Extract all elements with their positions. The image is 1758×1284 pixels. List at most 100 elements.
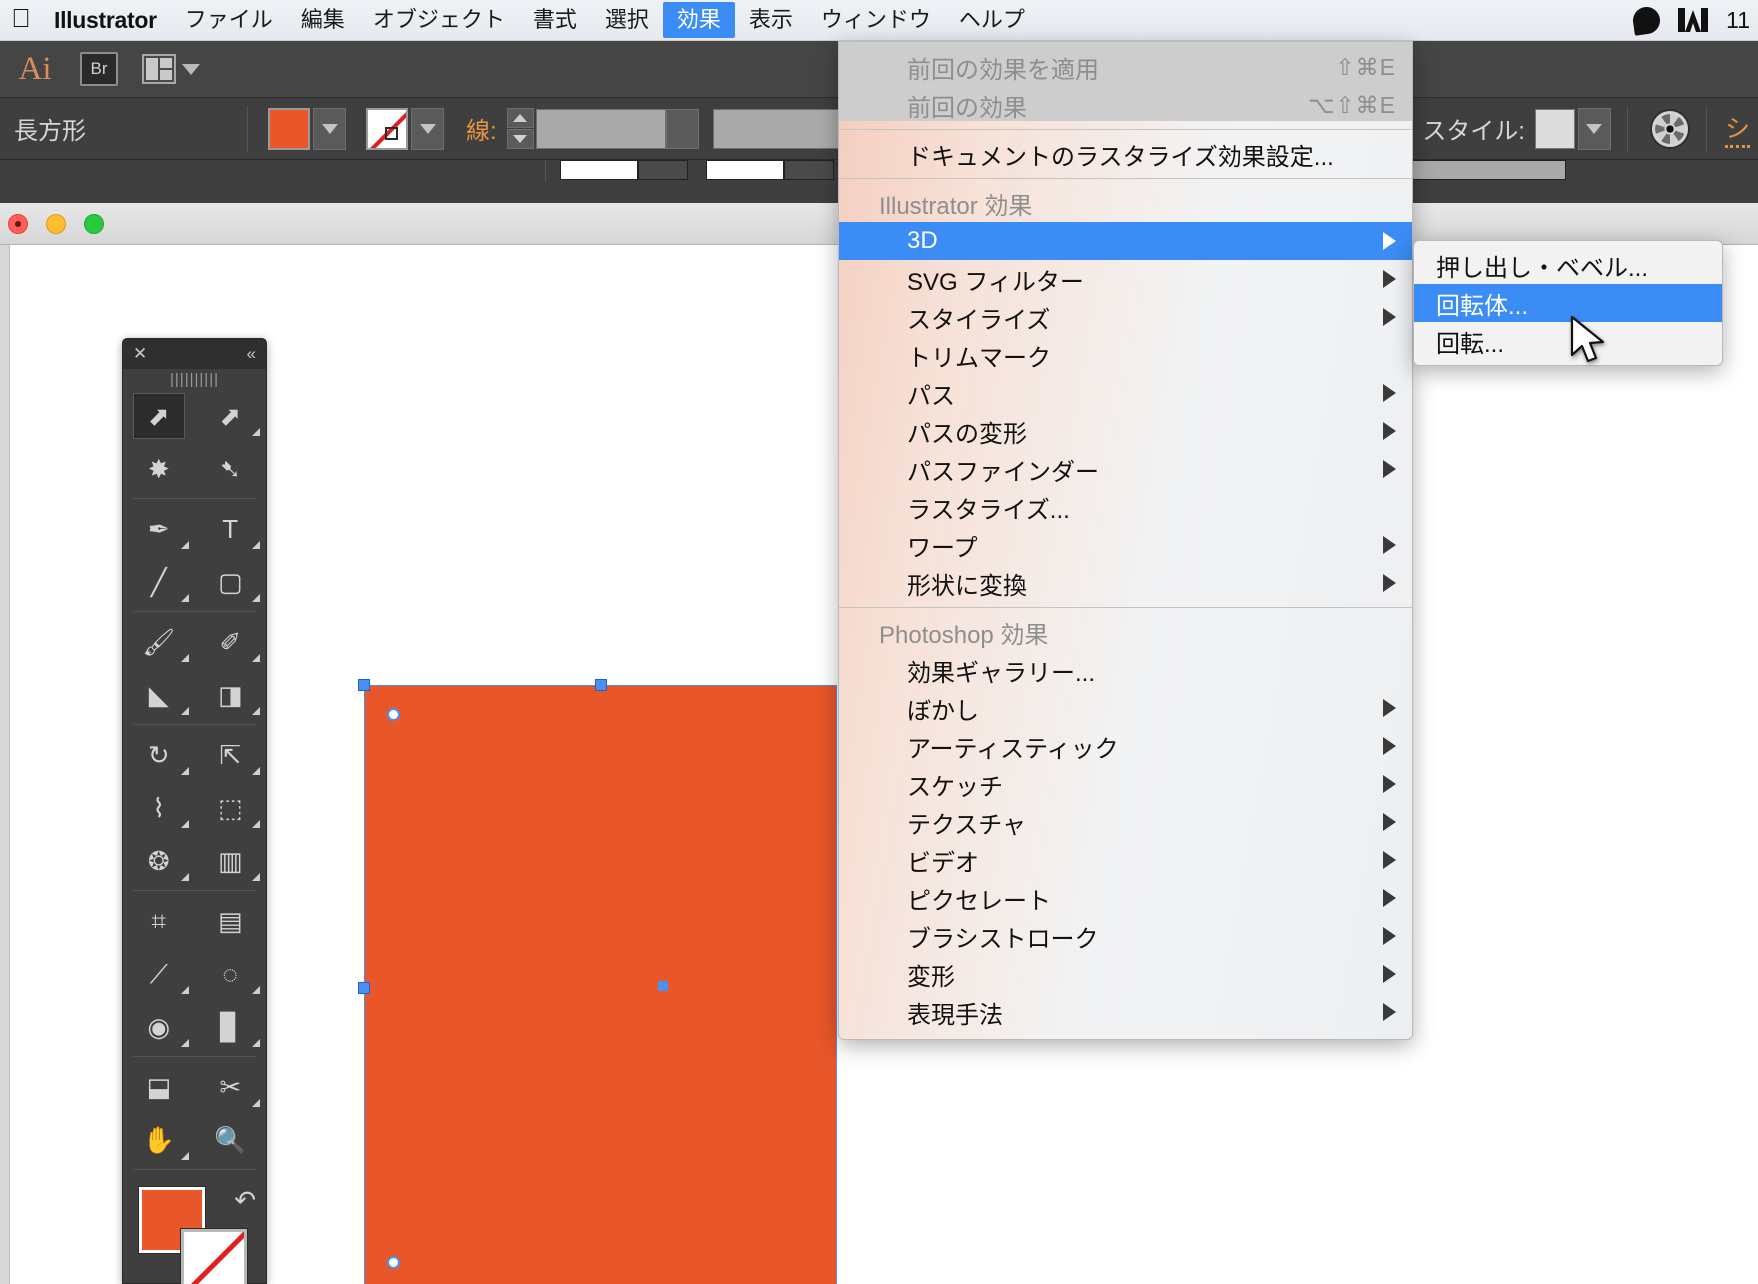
tool-selection-tool[interactable]: ⬈ [123,389,195,442]
swap-fill-stroke-icon[interactable]: ↶ [234,1185,256,1216]
tool-column-graph-tool[interactable]: ▥ [195,834,267,887]
menu-item-[interactable]: 表現手法 [839,993,1412,1031]
stroke-weight-field[interactable] [535,108,666,149]
tool-column-chart-tool[interactable]: ▊ [195,1000,267,1053]
menu-item-3d[interactable]: 3D [839,222,1412,260]
tool-symbol-sprayer-tool[interactable]: ❂ [123,834,195,887]
menu-7[interactable]: ウィンドウ [807,2,945,38]
menu-item-[interactable]: スケッチ [839,765,1412,803]
stroke-weight-dropdown[interactable] [665,108,699,149]
tools-panel-grip[interactable]: |||||||||| [123,369,266,389]
tool-mesh-tool[interactable]: ⌗ [123,894,195,947]
tool-gradient-tool[interactable]: ▤ [195,894,267,947]
menu-1[interactable]: 編集 [287,2,359,38]
menu-item-[interactable]: スタイライズ [839,298,1412,336]
tool-free-transform-tool[interactable]: ⬚ [195,781,267,834]
menu-item-[interactable]: 形状に変換 [839,564,1412,602]
menu-item-[interactable]: 変形 [839,955,1412,993]
document-setup-link[interactable]: シ [1724,109,1750,148]
field-b-button[interactable] [784,160,834,180]
stroke-dropdown-button[interactable] [411,107,444,150]
menu-item-[interactable]: ドキュメントのラスタライズ効果設定... [839,135,1412,173]
tool-pen-tool[interactable]: ✒ [123,502,195,555]
rectangle-object[interactable] [364,685,837,1284]
stroke-swatch-group[interactable] [366,107,444,150]
selection-handle[interactable] [358,981,370,994]
arrange-documents-button[interactable] [142,54,200,84]
close-icon[interactable]: ✕ [133,344,147,364]
stroke-color-swatch[interactable] [366,107,408,150]
tool-blend-tool[interactable]: ◌ [195,947,267,1000]
tool-eraser-tool[interactable]: ◨ [195,668,267,721]
tool-magic-wand-tool[interactable]: ✸ [123,442,195,495]
menu-0[interactable]: ファイル [171,2,287,38]
menu-item-[interactable]: パスの変形 [839,412,1412,450]
tool-line-segment-tool[interactable]: ╱ [123,555,195,608]
submenu-item-0[interactable]: 押し出し・ベベル... [1414,246,1722,284]
menu-4[interactable]: 選択 [591,2,663,38]
speech-bubble-icon[interactable] [1631,4,1662,36]
tool-hand-tool[interactable]: ✋ [123,1113,195,1166]
menu-2[interactable]: オブジェクト [359,2,519,38]
stepper-down-button[interactable] [506,129,534,149]
menu-item-[interactable]: 効果ギャラリー... [839,651,1412,689]
tool-shape-builder-tool[interactable]: ◣ [123,668,195,721]
menu-item-[interactable]: テクスチャ [839,803,1412,841]
tool-rectangle-tool[interactable]: ▢ [195,555,267,608]
selection-handle[interactable] [594,679,607,691]
tool-zoom-tool[interactable]: 🔍 [195,1113,267,1166]
live-corner-widget[interactable] [387,708,400,721]
menu-8[interactable]: ヘルプ [945,2,1039,38]
fill-dropdown-button[interactable] [313,107,346,150]
collapse-icon[interactable]: « [247,344,256,364]
tool-direct-selection-tool[interactable]: ⬈ [195,389,267,442]
menu-item-svg[interactable]: SVG フィルター [839,260,1412,298]
stroke-color-large-swatch[interactable] [180,1228,248,1284]
tool-rotate-tool[interactable]: ↻ [123,728,195,781]
effect-menu-dropdown[interactable]: 前回の効果を適用 ⇧⌘E 前回の効果 ⌥⇧⌘E ドキュメントのラスタライズ効果設定...… [838,41,1413,1040]
fill-color-swatch[interactable] [268,107,310,150]
tool-artboard-tool[interactable]: ⬓ [123,1060,195,1113]
field-a[interactable] [560,160,638,180]
tool-slice-tool[interactable]: ✂ [195,1060,267,1113]
stroke-weight-stepper[interactable] [506,108,534,149]
bridge-button[interactable]: Br [80,52,118,86]
graphic-style-dropdown[interactable] [1577,107,1611,150]
menu-item-[interactable]: アーティスティック [839,727,1412,765]
tool-live-paint-bucket-tool[interactable]: ◉ [123,1000,195,1053]
menu-item-[interactable]: ビデオ [839,841,1412,879]
menu-3[interactable]: 書式 [519,2,591,38]
tool-pencil-tool[interactable]: ✐ [195,615,267,668]
menu-item-[interactable]: ピクセレート [839,879,1412,917]
tool-scale-tool[interactable]: ⇱ [195,728,267,781]
tool-eyedropper-tool[interactable]: ⟋ [123,947,195,1000]
submenu-item-1[interactable]: 回転体... [1414,284,1722,322]
fill-swatch-group[interactable] [268,107,346,150]
selection-handle[interactable] [358,679,370,691]
menu-item-[interactable]: ブラシストローク [839,917,1412,955]
tool-type-tool[interactable]: T [195,502,267,555]
stepper-up-button[interactable] [506,108,534,128]
3d-submenu[interactable]: 押し出し・ベベル... 回転体... 回転... [1413,240,1723,366]
tool-width-tool[interactable]: ⌇ [123,781,195,834]
menu-item-[interactable]: ラスタライズ... [839,488,1412,526]
field-b[interactable] [706,160,784,180]
menu-item-[interactable]: パス [839,374,1412,412]
menu-6[interactable]: 表示 [735,2,807,38]
menu-item-[interactable]: ワープ [839,526,1412,564]
adobe-cc-icon[interactable] [1678,6,1709,34]
graphic-style-swatch[interactable] [1534,108,1575,149]
live-corner-widget[interactable] [387,1256,400,1269]
app-name-menu[interactable]: Illustrator [42,7,171,34]
menu-item-[interactable]: トリムマーク [839,336,1412,374]
menu-item-[interactable]: ぼかし [839,689,1412,727]
menu-item-[interactable]: パスファインダー [839,450,1412,488]
tool-paintbrush-tool[interactable]: 🖌 [123,615,195,668]
apple-icon[interactable]:  [0,5,42,35]
tool-lasso-tool[interactable]: ➷ [195,442,267,495]
submenu-item-2[interactable]: 回転... [1414,322,1722,360]
field-a-button[interactable] [638,160,688,180]
opacity-disc-icon[interactable] [1649,108,1690,149]
menu-5[interactable]: 効果 [662,2,735,38]
default-fill-stroke-icon[interactable]: ☷ [135,1280,153,1284]
